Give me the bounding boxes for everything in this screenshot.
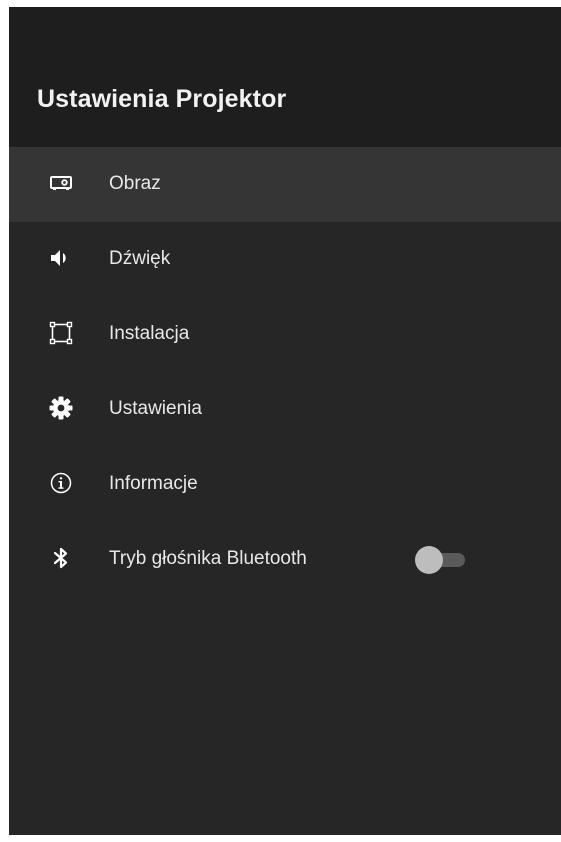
- menu-item-label: Tryb głośnika Bluetooth: [109, 548, 307, 569]
- keystone-frame-icon: [49, 321, 73, 345]
- info-icon: [49, 471, 73, 495]
- menu-item-label: Obraz: [109, 173, 161, 194]
- menu-item-informacje[interactable]: Informacje: [9, 447, 561, 522]
- projector-icon: [49, 171, 73, 195]
- menu-item-bluetooth-speaker[interactable]: Tryb głośnika Bluetooth: [9, 522, 561, 597]
- menu-item-label: Dźwięk: [109, 248, 171, 269]
- header: Ustawienia Projektor: [9, 7, 561, 147]
- menu-item-obraz[interactable]: Obraz: [9, 147, 561, 222]
- settings-panel: Ustawienia Projektor Obraz Dźwięk Instal…: [9, 7, 561, 835]
- menu-item-label: Ustawienia: [109, 398, 202, 419]
- menu-item-ustawienia[interactable]: Ustawienia: [9, 372, 561, 447]
- bluetooth-icon: [49, 546, 73, 570]
- bluetooth-speaker-toggle[interactable]: [415, 545, 469, 575]
- menu-item-dzwiek[interactable]: Dźwięk: [9, 222, 561, 297]
- settings-menu: Obraz Dźwięk Instalacja Ustawienia Infor…: [9, 147, 561, 597]
- menu-item-label: Instalacja: [109, 323, 190, 344]
- gear-icon: [49, 396, 73, 420]
- speaker-icon: [49, 246, 73, 270]
- page-title: Ustawienia Projektor: [37, 85, 287, 113]
- toggle-thumb: [415, 546, 443, 574]
- menu-item-label: Informacje: [109, 473, 198, 494]
- menu-item-instalacja[interactable]: Instalacja: [9, 297, 561, 372]
